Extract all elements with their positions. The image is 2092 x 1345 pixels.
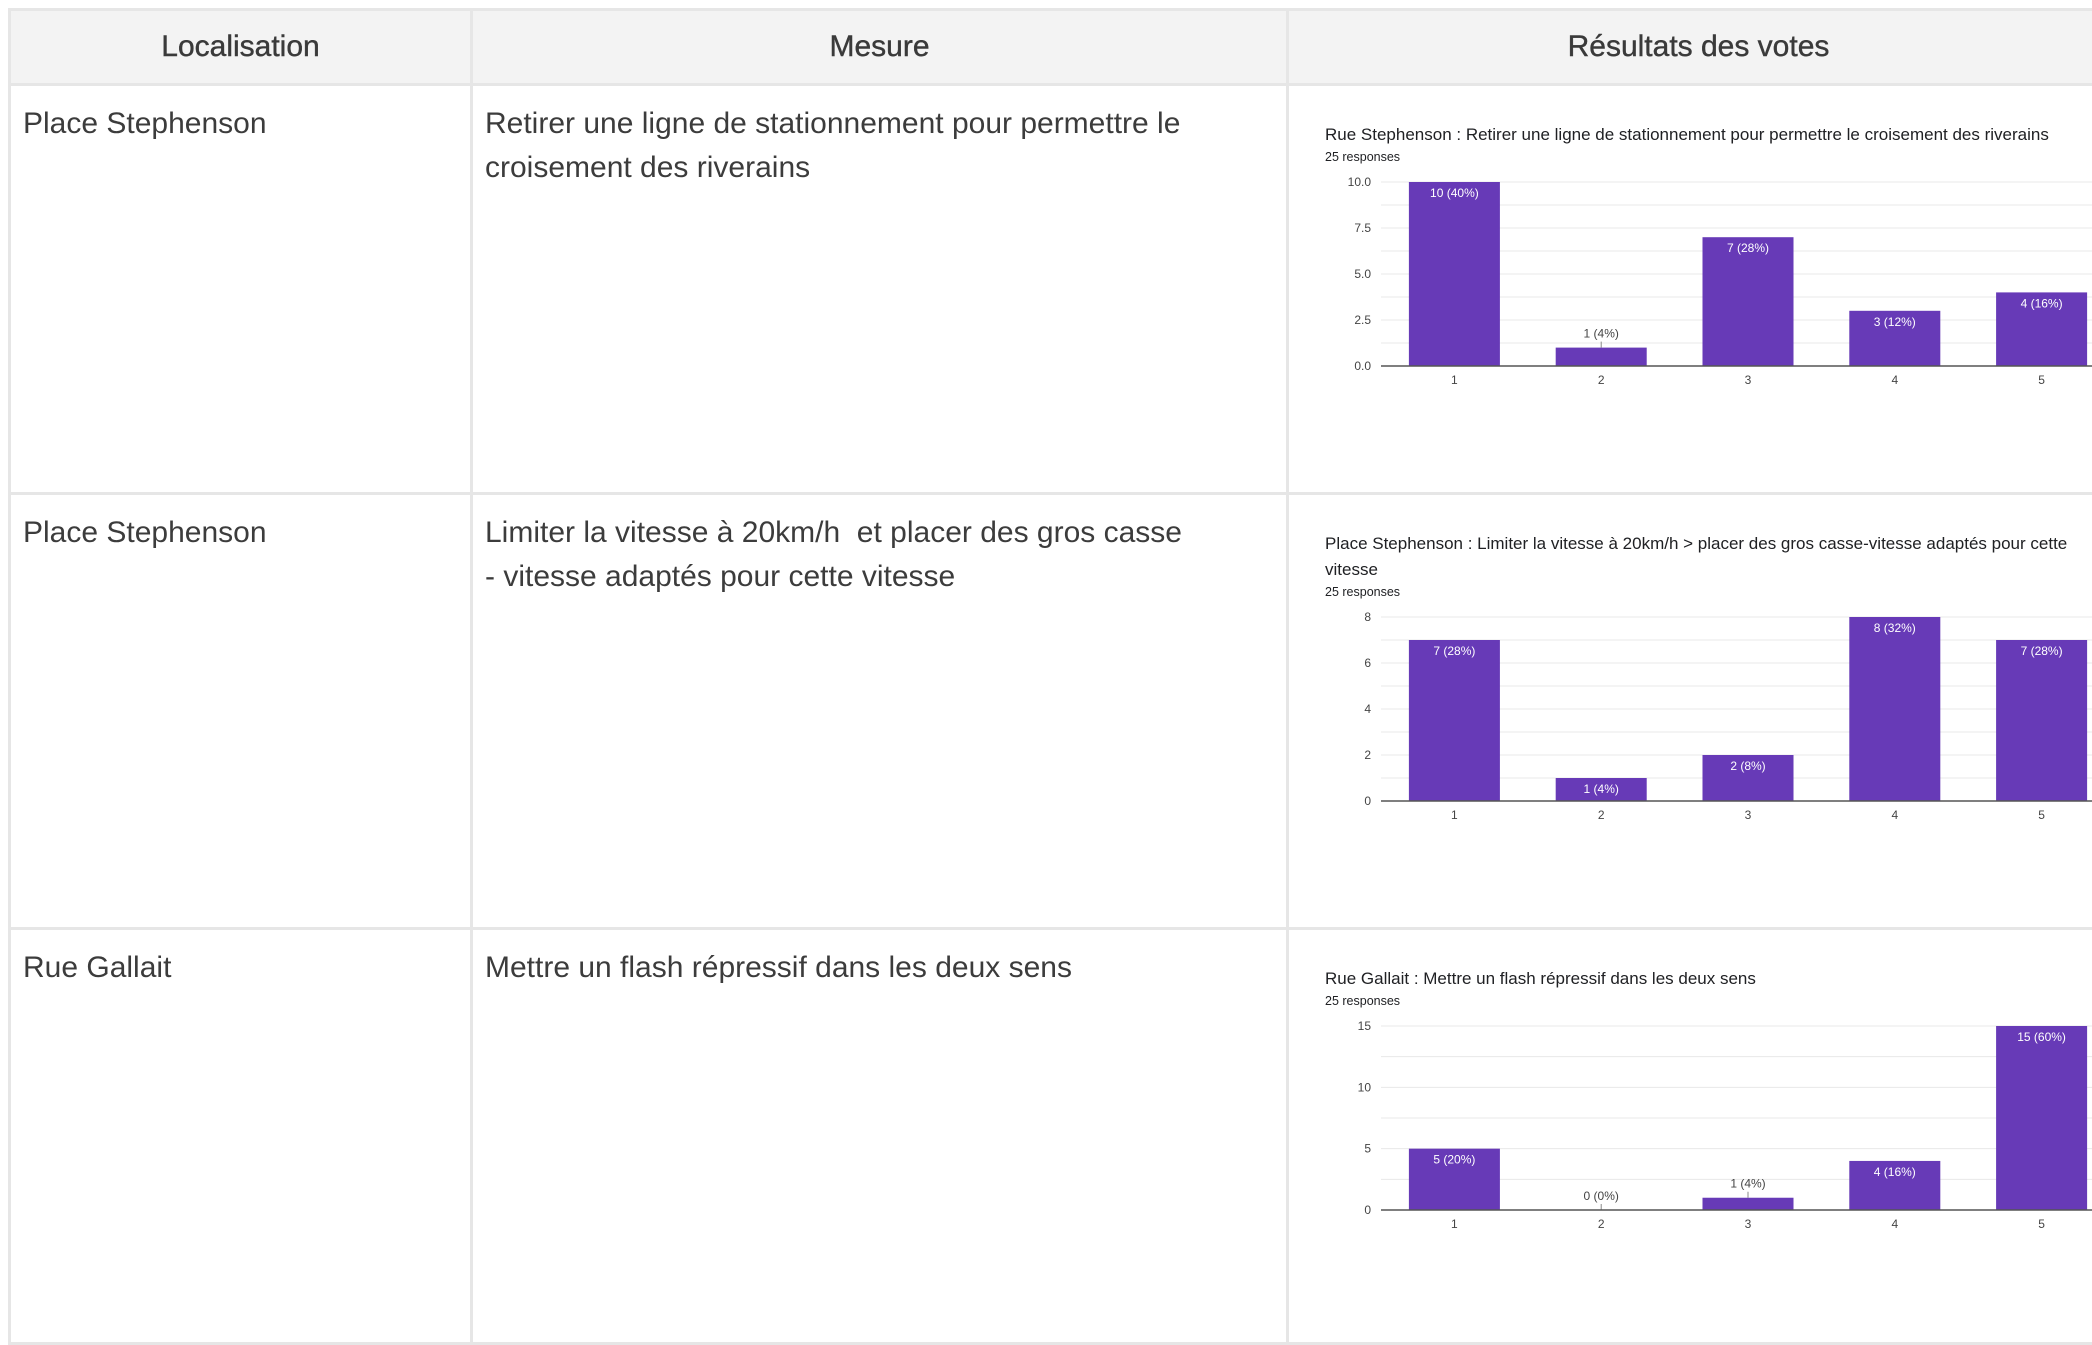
y-tick-label: 10 xyxy=(1358,1080,1372,1094)
localisation-text: Place Stephenson xyxy=(11,86,470,146)
data-label: 1 (4%) xyxy=(1730,1177,1765,1191)
y-tick-label: 0 xyxy=(1364,794,1371,808)
data-label: 15 (60%) xyxy=(2017,1030,2066,1044)
x-tick-label: 4 xyxy=(1891,373,1898,387)
bar xyxy=(1556,348,1647,366)
data-label: 1 (4%) xyxy=(1584,327,1619,341)
results-cell: Place Stephenson : Limiter la vitesse à … xyxy=(1288,494,2092,929)
chart-title: Place Stephenson : Limiter la vitesse à … xyxy=(1325,531,2092,583)
data-label: 7 (28%) xyxy=(1433,644,1475,658)
header-resultats: Résultats des votes xyxy=(1288,10,2092,85)
table-row: Rue Gallait Mettre un flash répressif da… xyxy=(10,929,2092,1344)
mesure-cell: Retirer une ligne de stationnement pour … xyxy=(472,85,1288,494)
bar xyxy=(1409,640,1500,801)
header-localisation: Localisation xyxy=(10,10,472,85)
y-tick-label: 0 xyxy=(1364,1203,1371,1217)
chart-subtitle: 25 responses xyxy=(1325,585,2092,599)
table-row: Place Stephenson Limiter la vitesse à 20… xyxy=(10,494,2092,929)
bar xyxy=(1996,640,2087,801)
chart-container: Rue Stephenson : Retirer une ligne de st… xyxy=(1289,86,2092,402)
votes-table: Localisation Mesure Résultats des votes … xyxy=(8,8,2092,1345)
mesure-cell: Mettre un flash répressif dans les deux … xyxy=(472,929,1288,1344)
results-cell: Rue Gallait : Mettre un flash répressif … xyxy=(1288,929,2092,1344)
y-tick-label: 5 xyxy=(1364,1142,1371,1156)
chart-title: Rue Gallait : Mettre un flash répressif … xyxy=(1325,966,2092,992)
x-tick-label: 3 xyxy=(1745,373,1752,387)
mesure-cell: Limiter la vitesse à 20km/h et placer de… xyxy=(472,494,1288,929)
y-tick-label: 10.0 xyxy=(1348,175,1372,189)
y-tick-label: 7.5 xyxy=(1354,221,1371,235)
data-label: 1 (4%) xyxy=(1584,782,1619,796)
data-label: 2 (8%) xyxy=(1730,759,1765,773)
x-tick-label: 4 xyxy=(1891,1217,1898,1231)
localisation-cell: Place Stephenson xyxy=(10,494,472,929)
y-tick-label: 2.5 xyxy=(1354,313,1371,327)
bar-chart: 0 2 4 6 8 7 (28%) 1 1 (4%) 2 2 (8%) 3 8 (32%) 4 7 (28… xyxy=(1325,605,2092,837)
x-tick-label: 3 xyxy=(1745,1217,1752,1231)
data-label: 5 (20%) xyxy=(1433,1153,1475,1167)
data-label: 10 (40%) xyxy=(1430,186,1479,200)
y-tick-label: 6 xyxy=(1364,656,1371,670)
localisation-cell: Rue Gallait xyxy=(10,929,472,1344)
mesure-text: Retirer une ligne de stationnement pour … xyxy=(473,86,1286,190)
y-tick-label: 2 xyxy=(1364,748,1371,762)
y-tick-label: 15 xyxy=(1358,1019,1372,1033)
x-tick-label: 2 xyxy=(1598,373,1605,387)
data-label: 7 (28%) xyxy=(2021,644,2063,658)
x-tick-label: 3 xyxy=(1745,808,1752,822)
y-tick-label: 8 xyxy=(1364,610,1371,624)
x-tick-label: 2 xyxy=(1598,1217,1605,1231)
y-tick-label: 4 xyxy=(1364,702,1371,716)
results-cell: Rue Stephenson : Retirer une ligne de st… xyxy=(1288,85,2092,494)
chart-container: Place Stephenson : Limiter la vitesse à … xyxy=(1289,495,2092,837)
localisation-cell: Place Stephenson xyxy=(10,85,472,494)
x-tick-label: 1 xyxy=(1451,1217,1458,1231)
x-tick-label: 5 xyxy=(2038,808,2045,822)
mesure-text: Mettre un flash répressif dans les deux … xyxy=(473,930,1286,990)
bar xyxy=(1702,237,1793,366)
bar-chart: 0 5 10 15 5 (20%) 1 0 (0%) 2 1 (4%) 3 4 (16%) 4 15 (… xyxy=(1325,1014,2092,1246)
x-tick-label: 1 xyxy=(1451,373,1458,387)
data-label: 4 (16%) xyxy=(2021,296,2063,310)
bar xyxy=(1849,617,1940,801)
data-label: 0 (0%) xyxy=(1584,1189,1619,1203)
chart-container: Rue Gallait : Mettre un flash répressif … xyxy=(1289,930,2092,1246)
chart-subtitle: 25 responses xyxy=(1325,150,2092,164)
header-mesure: Mesure xyxy=(472,10,1288,85)
localisation-text: Place Stephenson xyxy=(11,495,470,555)
x-tick-label: 5 xyxy=(2038,1217,2045,1231)
localisation-text: Rue Gallait xyxy=(11,930,470,990)
data-label: 4 (16%) xyxy=(1874,1165,1916,1179)
y-tick-label: 0.0 xyxy=(1354,359,1371,373)
bar xyxy=(1996,1026,2087,1210)
bar xyxy=(1702,1198,1793,1210)
header-row: Localisation Mesure Résultats des votes xyxy=(10,10,2092,85)
data-label: 8 (32%) xyxy=(1874,621,1916,635)
table-row: Place Stephenson Retirer une ligne de st… xyxy=(10,85,2092,494)
data-label: 3 (12%) xyxy=(1874,315,1916,329)
x-tick-label: 1 xyxy=(1451,808,1458,822)
x-tick-label: 5 xyxy=(2038,373,2045,387)
x-tick-label: 2 xyxy=(1598,808,1605,822)
data-label: 7 (28%) xyxy=(1727,241,1769,255)
x-tick-label: 4 xyxy=(1891,808,1898,822)
chart-title: Rue Stephenson : Retirer une ligne de st… xyxy=(1325,122,2092,148)
chart-subtitle: 25 responses xyxy=(1325,994,2092,1008)
bar xyxy=(1409,182,1500,366)
bar-chart: 0.0 2.5 5.0 7.5 10.0 10 (40%) 1 1 (4%) 2 7 (28%) 3… xyxy=(1325,170,2092,402)
y-tick-label: 5.0 xyxy=(1354,267,1371,281)
mesure-text: Limiter la vitesse à 20km/h et placer de… xyxy=(473,495,1286,599)
